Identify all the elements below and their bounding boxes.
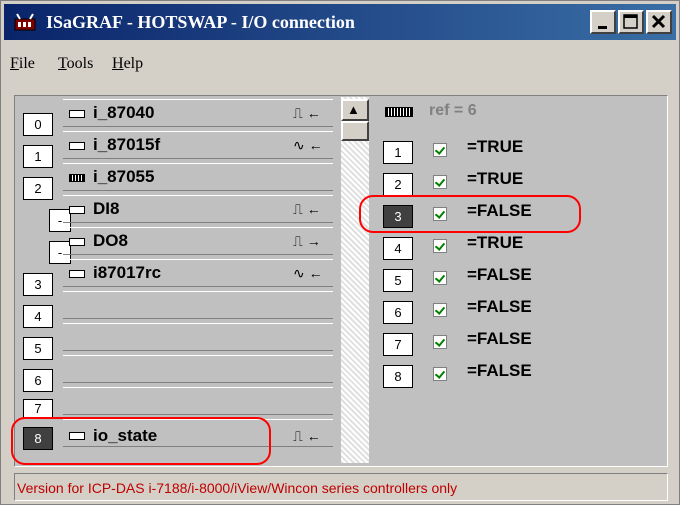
minimize-button[interactable] (590, 10, 616, 34)
board-icon (69, 270, 85, 278)
slot-board-name: i87017rc (93, 263, 162, 282)
channel-check-icon[interactable] (433, 239, 447, 253)
slot-row[interactable]: i_87040 ⎍ ← (63, 99, 333, 127)
window-title: ISaGRAF - HOTSWAP - I/O connection (46, 12, 355, 32)
slot-index[interactable]: 3 (23, 273, 53, 296)
signal-input-icon: ⎍ ← (293, 201, 321, 217)
channel-check-icon[interactable] (433, 303, 447, 317)
slot-index[interactable]: 4 (23, 305, 53, 328)
board-icon (69, 110, 85, 118)
channel-value: =FALSE (467, 329, 532, 348)
slot-index[interactable]: 0 (23, 113, 53, 136)
channel-value: =FALSE (467, 297, 532, 316)
channel-value: =TRUE (467, 169, 524, 188)
channel-value: =TRUE (467, 233, 524, 252)
board-icon (69, 142, 85, 150)
empty-slot-row[interactable] (63, 291, 333, 319)
channel-value: =TRUE (467, 137, 524, 156)
slot-index[interactable]: 1 (23, 145, 53, 168)
signal-analog-input-icon: ∿ ← (293, 137, 323, 153)
close-button[interactable] (646, 10, 672, 34)
maximize-icon (623, 14, 638, 29)
channel-index[interactable]: 2 (383, 173, 413, 196)
signal-output-icon: ⎍ → (293, 233, 321, 249)
empty-slot-row[interactable] (63, 387, 333, 415)
slot-board-name: i_87055 (93, 167, 155, 186)
menu-tools[interactable]: Tools (58, 55, 93, 73)
empty-slot-row[interactable] (63, 323, 333, 351)
slot-row[interactable]: DO8 ⎍ → (63, 227, 333, 255)
empty-slot-row[interactable] (63, 355, 333, 383)
status-text: Version for ICP-DAS i-7188/i-8000/iView/… (17, 480, 458, 496)
isagraf-app-icon (14, 13, 36, 31)
slot-index[interactable]: 6 (23, 369, 53, 392)
slot-row[interactable]: DI8 ⎍ ← (63, 195, 333, 223)
channel-check-icon[interactable] (433, 143, 447, 157)
slot-row[interactable]: i_87015f ∿ ← (63, 131, 333, 159)
slot-scrollbar[interactable]: ▲ (341, 97, 369, 463)
slot-board-name: i_87015f (93, 135, 161, 154)
channel-index[interactable]: 5 (383, 269, 413, 292)
channel-index[interactable]: 4 (383, 237, 413, 260)
channel-index[interactable]: 8 (383, 365, 413, 388)
channel-check-icon[interactable] (433, 175, 447, 189)
channel-index[interactable]: 7 (383, 333, 413, 356)
menu-file[interactable]: File (10, 55, 35, 73)
channel-panel: ref = 6 1 =TRUE 2 =TRUE 3 =FALSE 4 =TRUE… (371, 97, 666, 463)
scroll-up-button[interactable]: ▲ (341, 99, 369, 121)
slot-row[interactable]: i_87055 (63, 163, 333, 191)
slot-index[interactable]: 5 (23, 337, 53, 360)
channel-index[interactable]: 6 (383, 301, 413, 324)
status-bar: Version for ICP-DAS i-7188/i-8000/iView/… (14, 473, 668, 501)
board-icon (69, 238, 85, 246)
channel-value: =FALSE (467, 265, 532, 284)
title-bar[interactable]: ISaGRAF - HOTSWAP - I/O connection (4, 4, 676, 40)
channel-check-icon[interactable] (433, 271, 447, 285)
channel-check-icon[interactable] (433, 335, 447, 349)
register-icon (385, 107, 413, 117)
menu-bar: File Tools Help (4, 43, 676, 83)
board-icon (69, 206, 85, 214)
slot-board-name: i_87040 (93, 103, 155, 122)
slot-index[interactable]: 2 (23, 177, 53, 200)
channel-value: =FALSE (467, 361, 532, 380)
slot-index[interactable]: 7 (23, 399, 53, 419)
signal-analog-input-icon: ∿ ← (293, 265, 323, 281)
arrow-up-icon: ▲ (347, 102, 360, 117)
app-window: ISaGRAF - HOTSWAP - I/O connection File … (0, 0, 680, 505)
minimize-icon (598, 26, 607, 29)
close-icon (651, 14, 666, 29)
ref-label: ref = 6 (429, 102, 477, 119)
channel-index[interactable]: 1 (383, 141, 413, 164)
signal-input-icon: ⎍ ← (293, 428, 321, 444)
maximize-button[interactable] (618, 10, 644, 34)
board-dark-icon (69, 174, 85, 182)
signal-input-icon: ⎍ ← (293, 105, 321, 121)
slot-board-name: DO8 (93, 231, 128, 250)
scroll-thumb[interactable] (341, 121, 369, 141)
menu-help[interactable]: Help (112, 55, 143, 73)
channel-check-icon[interactable] (433, 367, 447, 381)
slot-row[interactable]: i87017rc ∿ ← (63, 259, 333, 287)
highlight-slot-8 (11, 417, 271, 465)
highlight-channel-3 (359, 195, 581, 233)
slot-board-name: DI8 (93, 199, 120, 218)
